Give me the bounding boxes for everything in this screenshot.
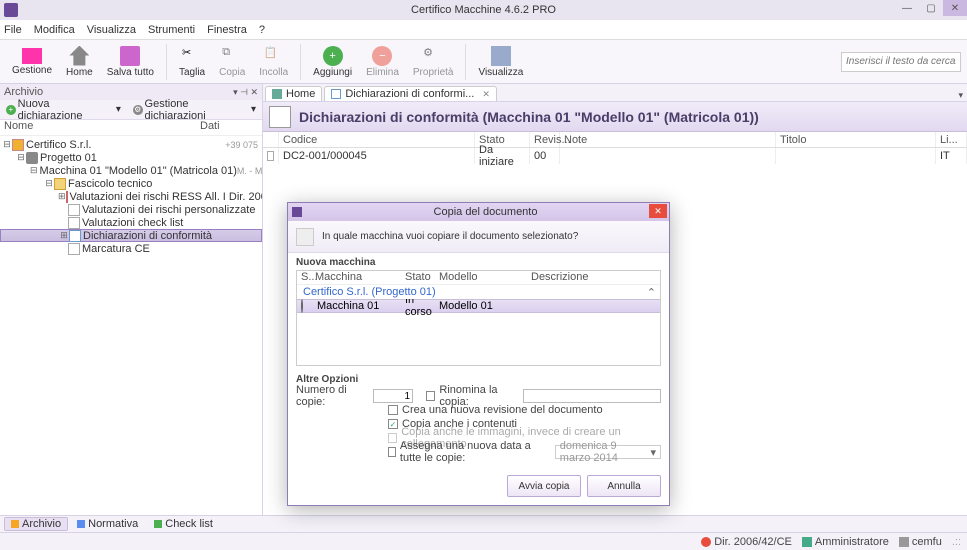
main-toolbar: Gestione Home Salva tutto ✂Taglia ⧉Copia… [0,40,967,84]
tab-doc[interactable]: Dichiarazioni di conformi...✕ [324,86,497,101]
tab-menu-button[interactable]: ▾ [958,90,963,101]
menu-modifica[interactable]: Modifica [34,24,75,36]
bottom-tab-archivio[interactable]: Archivio [4,517,68,531]
minimize-button[interactable]: — [895,0,919,16]
home-button[interactable]: Home [60,46,99,78]
tree-fascicolo[interactable]: ⊟Fascicolo tecnico [0,177,262,190]
menu-visualizza[interactable]: Visualizza [87,24,136,36]
grid-row[interactable]: DC2-001/000045 Da iniziare 00 IT [263,148,967,164]
tree-machine[interactable]: ⊟Macchina 01 "Modello 01" (Matricola 01)… [0,164,262,177]
copy-icon: ⧉ [222,46,242,66]
dialog-titlebar[interactable]: Copia del documento ✕ [288,203,669,221]
menubar: File Modifica Visualizza Strumenti Fines… [0,20,967,40]
doc-title: Dichiarazioni di conformità (Macchina 01… [299,109,759,125]
row-doc-icon [267,151,274,161]
crea-rev-checkbox[interactable] [388,405,398,415]
col-li[interactable]: Li... [936,132,967,147]
tree-marcatura[interactable]: Marcatura CE [0,242,262,255]
col-note[interactable]: Note [560,132,776,147]
picker-machine-row[interactable]: Macchina 01 In corso Modello 01 [297,299,660,313]
doc-header: Dichiarazioni di conformità (Macchina 01… [263,102,967,132]
tree: ⊟Certifico S.r.l.+39 075 ⊟Progetto 01 ⊟M… [0,136,262,532]
titlebar: Certifico Macchine 4.6.2 PRO — ▢ ✕ [0,0,967,20]
sidebar: Archivio ▾ ⊣ ✕ +Nuova dichiarazione ▾ ⚙G… [0,84,263,532]
status-role: Amministratore [802,536,889,548]
tree-val-ress[interactable]: ⊞Valutazioni dei rischi RESS All. I Dir.… [0,190,262,203]
picker-company-row[interactable]: Certifico S.r.l. (Progetto 01)⌃ [297,285,660,299]
aggiungi-button[interactable]: +Aggiungi [307,46,358,78]
salva-tutto-button[interactable]: Salva tutto [101,46,160,78]
col-revis[interactable]: Revis... [530,132,560,147]
gestione-dichiarazioni-button[interactable]: ⚙Gestione dichiarazioni ▾ [129,98,260,122]
tree-val-pers[interactable]: Valutazioni dei rischi personalizzate [0,203,262,216]
rinomina-input[interactable] [523,389,661,403]
dialog-title: Copia del documento [306,206,665,218]
copia-cont-checkbox[interactable]: ✓ [388,419,398,429]
dialog-close-button[interactable]: ✕ [649,204,667,218]
bottom-tabs: Archivio Normativa Check list [0,515,967,532]
numero-copie-input[interactable] [373,389,413,403]
radio-icon[interactable] [301,299,303,313]
doc-icon [331,89,341,99]
view-icon [491,46,511,66]
pin-icon[interactable]: ▾ ⊣ ✕ [233,87,258,98]
annulla-button[interactable]: Annulla [587,475,661,497]
copia-button[interactable]: ⧉Copia [213,46,251,78]
close-button[interactable]: ✕ [943,0,967,16]
dialog-copia-documento: Copia del documento ✕ In quale macchina … [287,202,670,506]
rinomina-checkbox[interactable] [426,391,435,401]
tab-close-icon[interactable]: ✕ [482,89,490,100]
maximize-button[interactable]: ▢ [919,0,943,16]
scissors-icon: ✂ [182,46,202,66]
bottom-tab-checklist[interactable]: Check list [147,517,220,531]
tab-home[interactable]: Home [265,86,322,101]
col-codice[interactable]: Codice [279,132,475,147]
gestione-button[interactable]: Gestione [6,48,58,76]
incolla-button[interactable]: 📋Incolla [253,46,294,78]
doc-header-icon [269,106,291,128]
tree-val-check[interactable]: Valutazioni check list [0,216,262,229]
dialog-icon [292,207,302,217]
status-dir: Dir. 2006/42/CE [701,536,792,548]
status-corner: .:: [952,536,961,548]
chevron-up-icon: ⌃ [647,286,656,299]
elimina-button[interactable]: −Elimina [360,46,405,78]
col-nome[interactable]: Nome [0,120,200,135]
copia-img-checkbox [388,433,397,443]
statusbar: Dir. 2006/42/CE Amministratore cemfu .:: [0,532,967,550]
search-input[interactable] [841,52,961,72]
search-box [841,52,961,72]
window-title: Certifico Macchine 4.6.2 PRO [411,4,556,16]
date-picker[interactable]: domenica 9 marzo 2014▾ [555,445,661,459]
menu-file[interactable]: File [4,24,22,36]
home-icon [272,89,282,99]
section-nuova-macchina: Nuova macchina [288,253,669,270]
prompt-icon [296,228,314,246]
tree-dich-conf[interactable]: ⊞Dichiarazioni di conformità [0,229,262,242]
paste-icon: 📋 [264,46,284,66]
grid-header: Codice Stato Revis... Note Titolo Li... [263,132,967,148]
taglia-button[interactable]: ✂Taglia [173,46,211,78]
visualizza-button[interactable]: Visualizza [472,46,529,78]
menu-finestra[interactable]: Finestra [207,24,247,36]
bottom-tab-normativa[interactable]: Normativa [70,517,145,531]
tree-company[interactable]: ⊟Certifico S.r.l.+39 075 [0,138,262,151]
assegna-data-checkbox[interactable] [388,447,396,457]
tabstrip: Home Dichiarazioni di conformi...✕ ▾ [263,84,967,102]
properties-icon: ⚙ [423,46,443,66]
status-user: cemfu [899,536,942,548]
tree-project[interactable]: ⊟Progetto 01 [0,151,262,164]
proprieta-button[interactable]: ⚙Proprietà [407,46,460,78]
numero-copie-label: Numero di copie: [296,384,369,408]
app-icon [4,3,18,17]
menu-help[interactable]: ? [259,24,265,36]
col-dati[interactable]: Dati [200,120,262,135]
col-titolo[interactable]: Titolo [776,132,936,147]
menu-strumenti[interactable]: Strumenti [148,24,195,36]
dialog-prompt: In quale macchina vuoi copiare il docume… [288,221,669,253]
avvia-copia-button[interactable]: Avvia copia [507,475,581,497]
machine-picker: S... Macchina Stato Modello Descrizione … [296,270,661,366]
nuova-dichiarazione-button[interactable]: +Nuova dichiarazione ▾ [2,98,125,122]
